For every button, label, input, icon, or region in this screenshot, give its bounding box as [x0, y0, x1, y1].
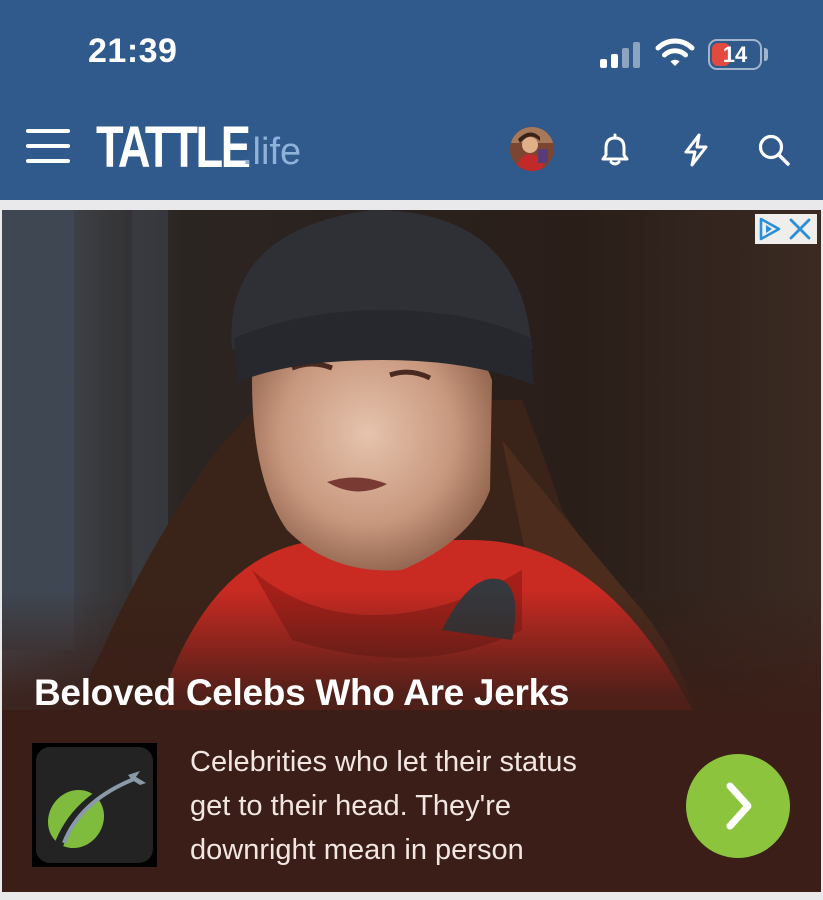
- signal-bar: [611, 54, 618, 68]
- search-icon[interactable]: [754, 130, 794, 170]
- logo-wordmark: TATTLE: [96, 115, 251, 180]
- status-time: 21:39: [88, 32, 178, 70]
- logo-suffix: .life: [242, 131, 302, 173]
- ad-description-line: downright mean in person: [190, 834, 524, 866]
- close-icon: [789, 218, 811, 240]
- signal-bar: [600, 59, 607, 68]
- ad-description-line: get to their head. They're: [190, 790, 511, 822]
- ad-description: Celebrities who let their status get to …: [190, 740, 650, 872]
- signal-bar: [622, 48, 629, 68]
- battery-indicator: 14: [708, 39, 762, 70]
- ad-choices[interactable]: [755, 214, 817, 244]
- wifi-icon: [655, 38, 695, 66]
- ad-description-line: Celebrities who let their status: [190, 746, 577, 778]
- lightning-icon[interactable]: [676, 130, 716, 170]
- adchoices-icon: [759, 217, 781, 241]
- chevron-right-icon: [726, 782, 752, 830]
- site-logo[interactable]: TATTLE .life: [96, 115, 301, 180]
- battery-percentage: 14: [722, 42, 748, 67]
- cellular-signal-icon: [600, 42, 644, 68]
- ad-cta-button[interactable]: [686, 754, 790, 858]
- site-header: 21:39 14 TATTLE .life: [0, 0, 823, 200]
- menu-icon[interactable]: [26, 127, 70, 165]
- advertisement[interactable]: Beloved Celebs Who Are Jerks Celebrities…: [2, 210, 821, 892]
- bell-icon[interactable]: [595, 130, 635, 170]
- advertiser-logo[interactable]: [32, 743, 157, 867]
- ad-headline[interactable]: Beloved Celebs Who Are Jerks: [34, 672, 569, 714]
- signal-bar: [633, 42, 640, 68]
- battery-tip: [764, 48, 768, 61]
- avatar[interactable]: [510, 127, 554, 171]
